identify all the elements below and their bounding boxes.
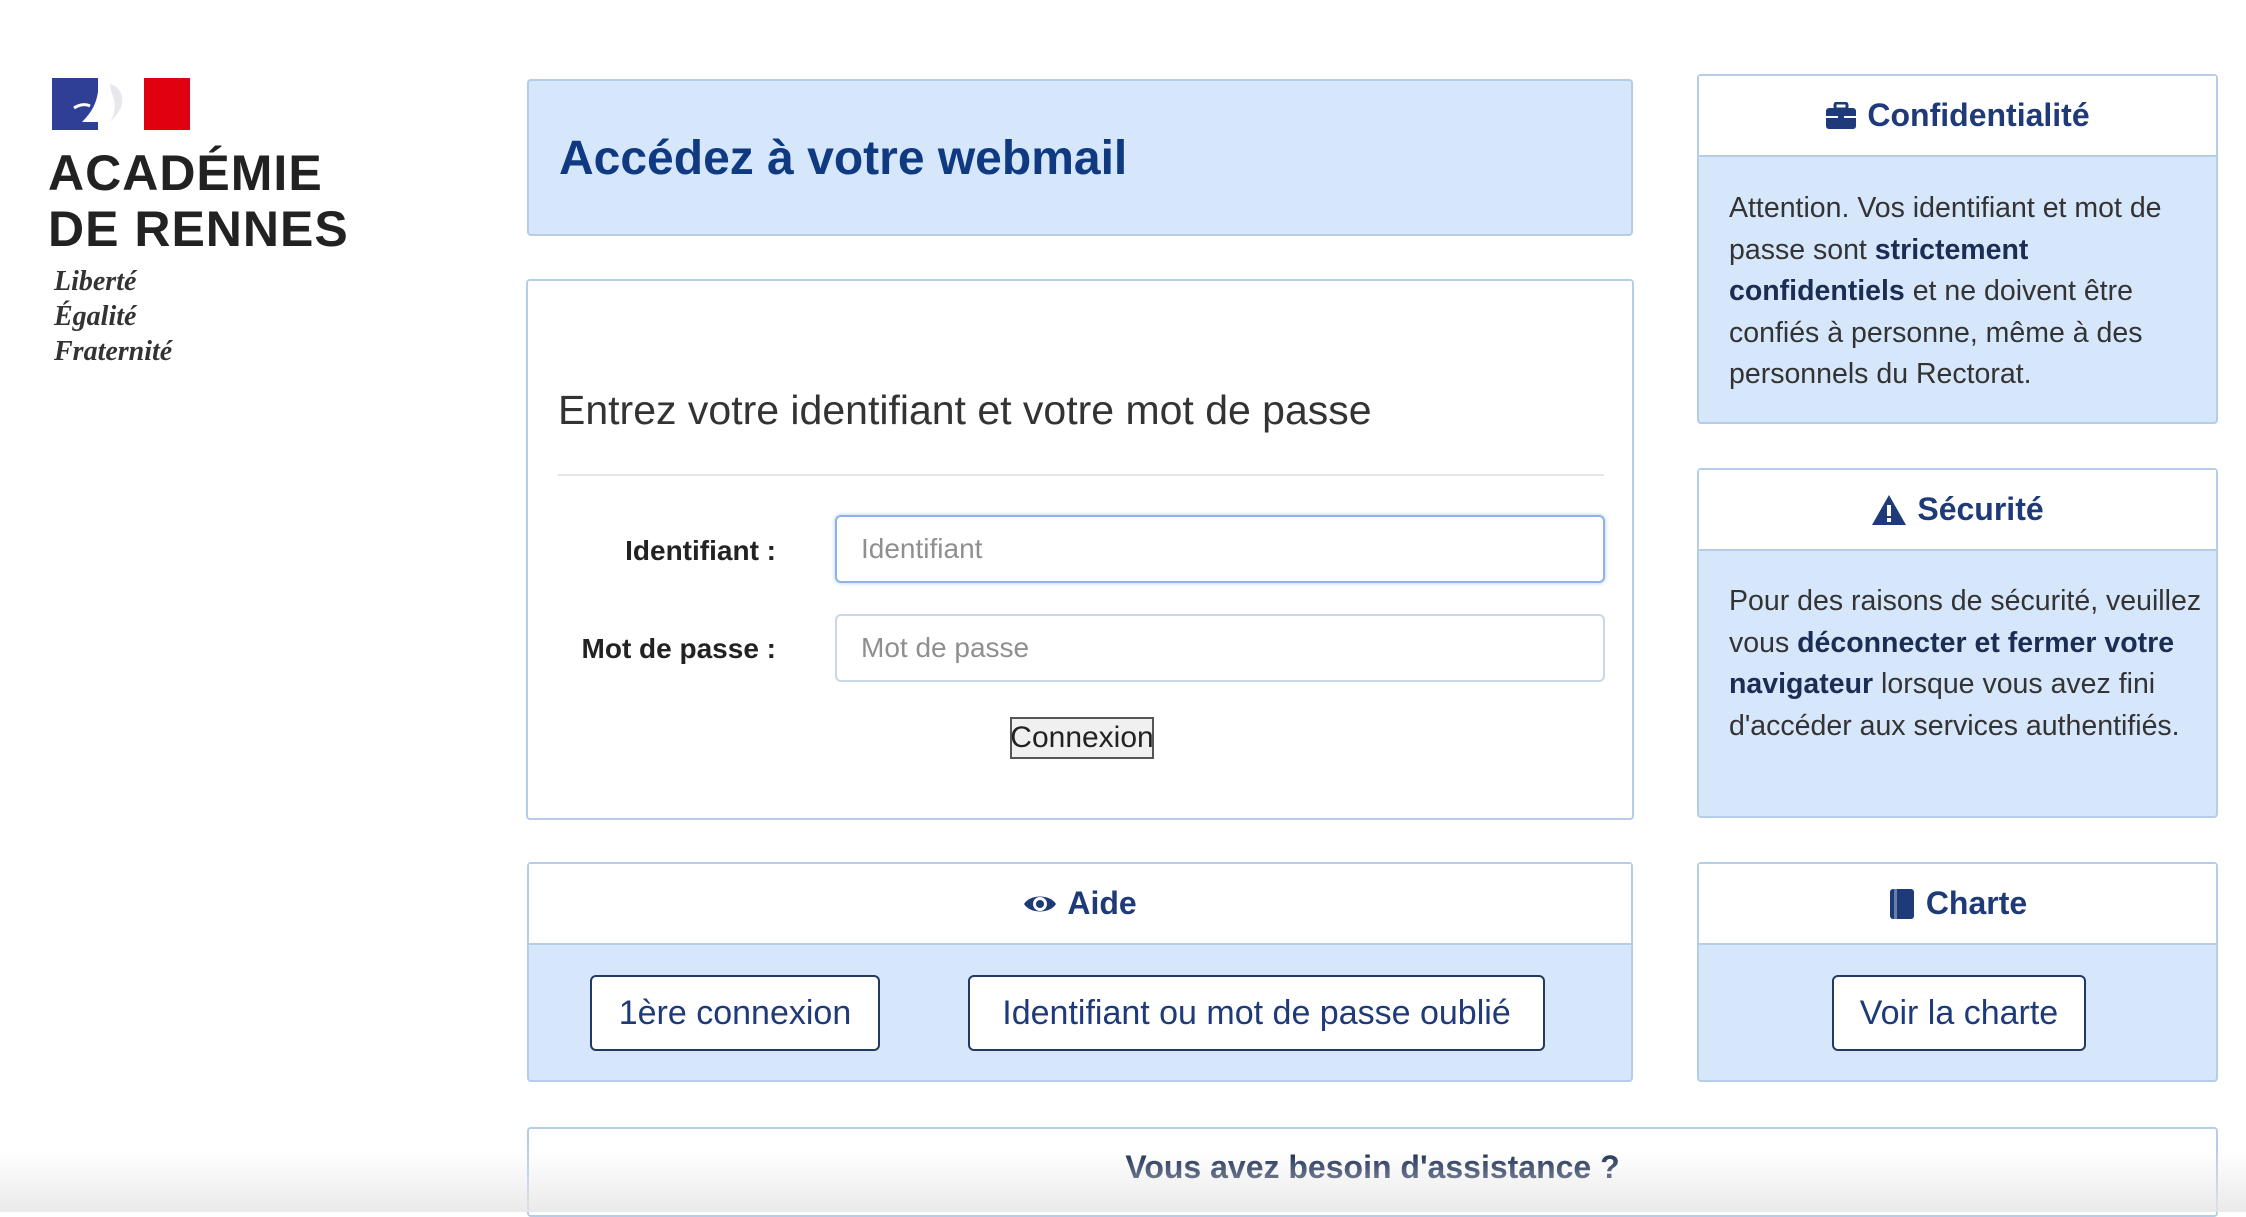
briefcase-icon xyxy=(1825,101,1867,130)
login-divider xyxy=(558,474,1604,476)
first-login-button[interactable]: 1ère connexion xyxy=(590,975,880,1051)
confidentiality-text: Attention. Vos identifiant et mot de pas… xyxy=(1729,188,2204,396)
book-icon xyxy=(1888,888,1926,920)
motto-fraternite: Fraternité xyxy=(54,336,173,367)
login-panel: Entrez votre identifiant et votre mot de… xyxy=(526,279,1634,820)
security-header: Sécurité xyxy=(1699,470,2216,551)
confidentiality-title: Confidentialité xyxy=(1867,97,2090,133)
view-charter-button[interactable]: Voir la charte xyxy=(1832,975,2086,1051)
help-header: Aide xyxy=(529,864,1631,945)
motto-egalite: Égalité xyxy=(54,301,137,332)
help-title: Aide xyxy=(1067,885,1137,921)
username-label: Identifiant : xyxy=(625,535,776,566)
forgot-credentials-button[interactable]: Identifiant ou mot de passe oublié xyxy=(968,975,1545,1051)
security-title: Sécurité xyxy=(1917,491,2044,527)
charter-panel: Charte Voir la charte xyxy=(1697,862,2218,1082)
marianne-flag-logo xyxy=(52,78,190,130)
connexion-button[interactable]: Connexion xyxy=(1010,717,1154,759)
eye-icon xyxy=(1023,891,1067,917)
warning-icon xyxy=(1871,494,1917,526)
confidentiality-panel: Confidentialité Attention. Vos identifia… xyxy=(1697,74,2218,424)
password-label: Mot de passe : xyxy=(581,633,776,664)
charter-header: Charte xyxy=(1699,864,2216,945)
assistance-title: Vous avez besoin d'assistance ? xyxy=(1125,1148,1620,1185)
webmail-header-panel: Accédez à votre webmail xyxy=(527,79,1633,236)
security-panel: Sécurité Pour des raisons de sécurité, v… xyxy=(1697,468,2218,818)
motto-liberte: Liberté xyxy=(54,266,137,297)
login-title: Entrez votre identifiant et votre mot de… xyxy=(558,387,1372,433)
confidentiality-header: Confidentialité xyxy=(1699,76,2216,157)
academy-name: ACADÉMIE DE RENNES xyxy=(48,145,349,257)
username-input[interactable] xyxy=(835,515,1605,583)
page-title: Accédez à votre webmail xyxy=(559,132,1128,185)
academy-name-line1: ACADÉMIE xyxy=(48,145,323,201)
academy-name-line2: DE RENNES xyxy=(48,201,349,257)
security-text: Pour des raisons de sécurité, veuillez v… xyxy=(1729,581,2204,747)
charter-title: Charte xyxy=(1925,885,2028,921)
republic-motto: Liberté Égalité Fraternité xyxy=(54,264,172,369)
help-panel: Aide 1ère connexion Identifiant ou mot d… xyxy=(527,862,1633,1082)
password-input[interactable] xyxy=(835,614,1605,682)
assistance-panel: Vous avez besoin d'assistance ? xyxy=(527,1127,2218,1217)
